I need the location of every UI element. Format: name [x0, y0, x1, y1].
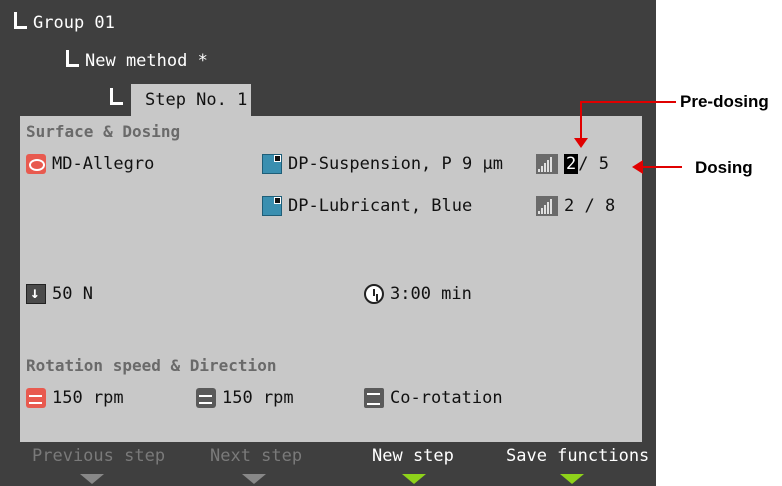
- tree-step: [110, 88, 129, 109]
- surface-field[interactable]: MD-Allegro: [26, 154, 154, 174]
- disc-speed-value: 150 rpm: [52, 388, 124, 408]
- section-title-rotation: Rotation speed & Direction: [26, 356, 277, 375]
- holder-speed-value: 150 rpm: [222, 388, 294, 408]
- force-down-icon: [26, 283, 46, 304]
- lubricant-value: DP-Lubricant, Blue: [288, 196, 473, 216]
- force-value: 50 N: [52, 284, 93, 304]
- tree-elbow-icon: [110, 88, 123, 105]
- pre-dosing-arrow-shaft: [580, 101, 582, 141]
- suspension-field[interactable]: DP-Suspension, P 9 µm: [262, 154, 503, 174]
- disc-speed-field[interactable]: 150 rpm: [26, 388, 124, 408]
- dosing-lubricant-field[interactable]: 2 / 8: [536, 196, 615, 216]
- direction-value: Co-rotation: [390, 388, 503, 408]
- lubricant-field[interactable]: DP-Lubricant, Blue: [262, 196, 472, 216]
- dosing-level-icon: [536, 196, 558, 216]
- surface-value: MD-Allegro: [52, 154, 155, 174]
- softkey-indicator-icon: [560, 474, 584, 484]
- dosing-arrow-line: [642, 166, 682, 168]
- tab-step[interactable]: Step No. 1: [131, 84, 251, 116]
- disc-rotation-icon: [26, 388, 46, 408]
- pre-dosing-value[interactable]: 2: [564, 154, 579, 174]
- clock-icon: [364, 284, 384, 304]
- suspension-value: DP-Suspension, P 9 µm: [288, 154, 503, 174]
- softkey-indicator-icon: [242, 474, 266, 484]
- softkey-next-step[interactable]: Next step: [210, 446, 302, 466]
- softkey-new-step[interactable]: New step: [372, 446, 454, 466]
- tree-elbow-icon: [14, 12, 27, 29]
- dosing-arrowhead-icon: [632, 160, 643, 174]
- softkey-indicator-icon: [80, 474, 104, 484]
- tree-group-label: Group 01: [33, 13, 115, 33]
- tree-method-label: New method *: [85, 51, 208, 71]
- dosing-level-icon: [536, 154, 558, 174]
- pre-dosing-arrow-line: [580, 101, 676, 103]
- softkey-save-functions[interactable]: Save functions: [506, 446, 649, 466]
- tree-elbow-icon: [66, 50, 79, 67]
- co-rotation-icon: [364, 388, 384, 408]
- tree-method[interactable]: New method *: [66, 50, 208, 71]
- dosing-value[interactable]: / 5: [578, 154, 609, 174]
- time-value: 3:00 min: [390, 284, 472, 304]
- suspension-bottle-icon: [262, 154, 282, 174]
- tree-group[interactable]: Group 01: [14, 12, 115, 33]
- section-title-surface-dosing: Surface & Dosing: [26, 122, 181, 141]
- device-screen: Group 01 New method * Step No. 1 Surface…: [0, 0, 656, 486]
- holder-speed-field[interactable]: 150 rpm: [196, 388, 294, 408]
- annotation-dosing: Dosing: [695, 158, 753, 177]
- softkey-previous-step[interactable]: Previous step: [32, 446, 165, 466]
- lubricant-bottle-icon: [262, 196, 282, 216]
- softkey-indicator-icon: [402, 474, 426, 484]
- step-panel: Surface & Dosing MD-Allegro DP-Suspensio…: [20, 116, 642, 442]
- pre-dosing-arrowhead-icon: [574, 138, 588, 148]
- surface-disc-icon: [26, 154, 46, 174]
- annotation-pre-dosing: Pre-dosing: [680, 92, 769, 111]
- dosing-suspension-field[interactable]: 2 / 5: [536, 154, 609, 174]
- holder-rotation-icon: [196, 388, 216, 408]
- direction-field[interactable]: Co-rotation: [364, 388, 503, 408]
- dosing-lubricant-value: 2 / 8: [564, 196, 616, 216]
- time-field[interactable]: 3:00 min: [364, 284, 472, 304]
- force-field[interactable]: 50 N: [26, 283, 93, 304]
